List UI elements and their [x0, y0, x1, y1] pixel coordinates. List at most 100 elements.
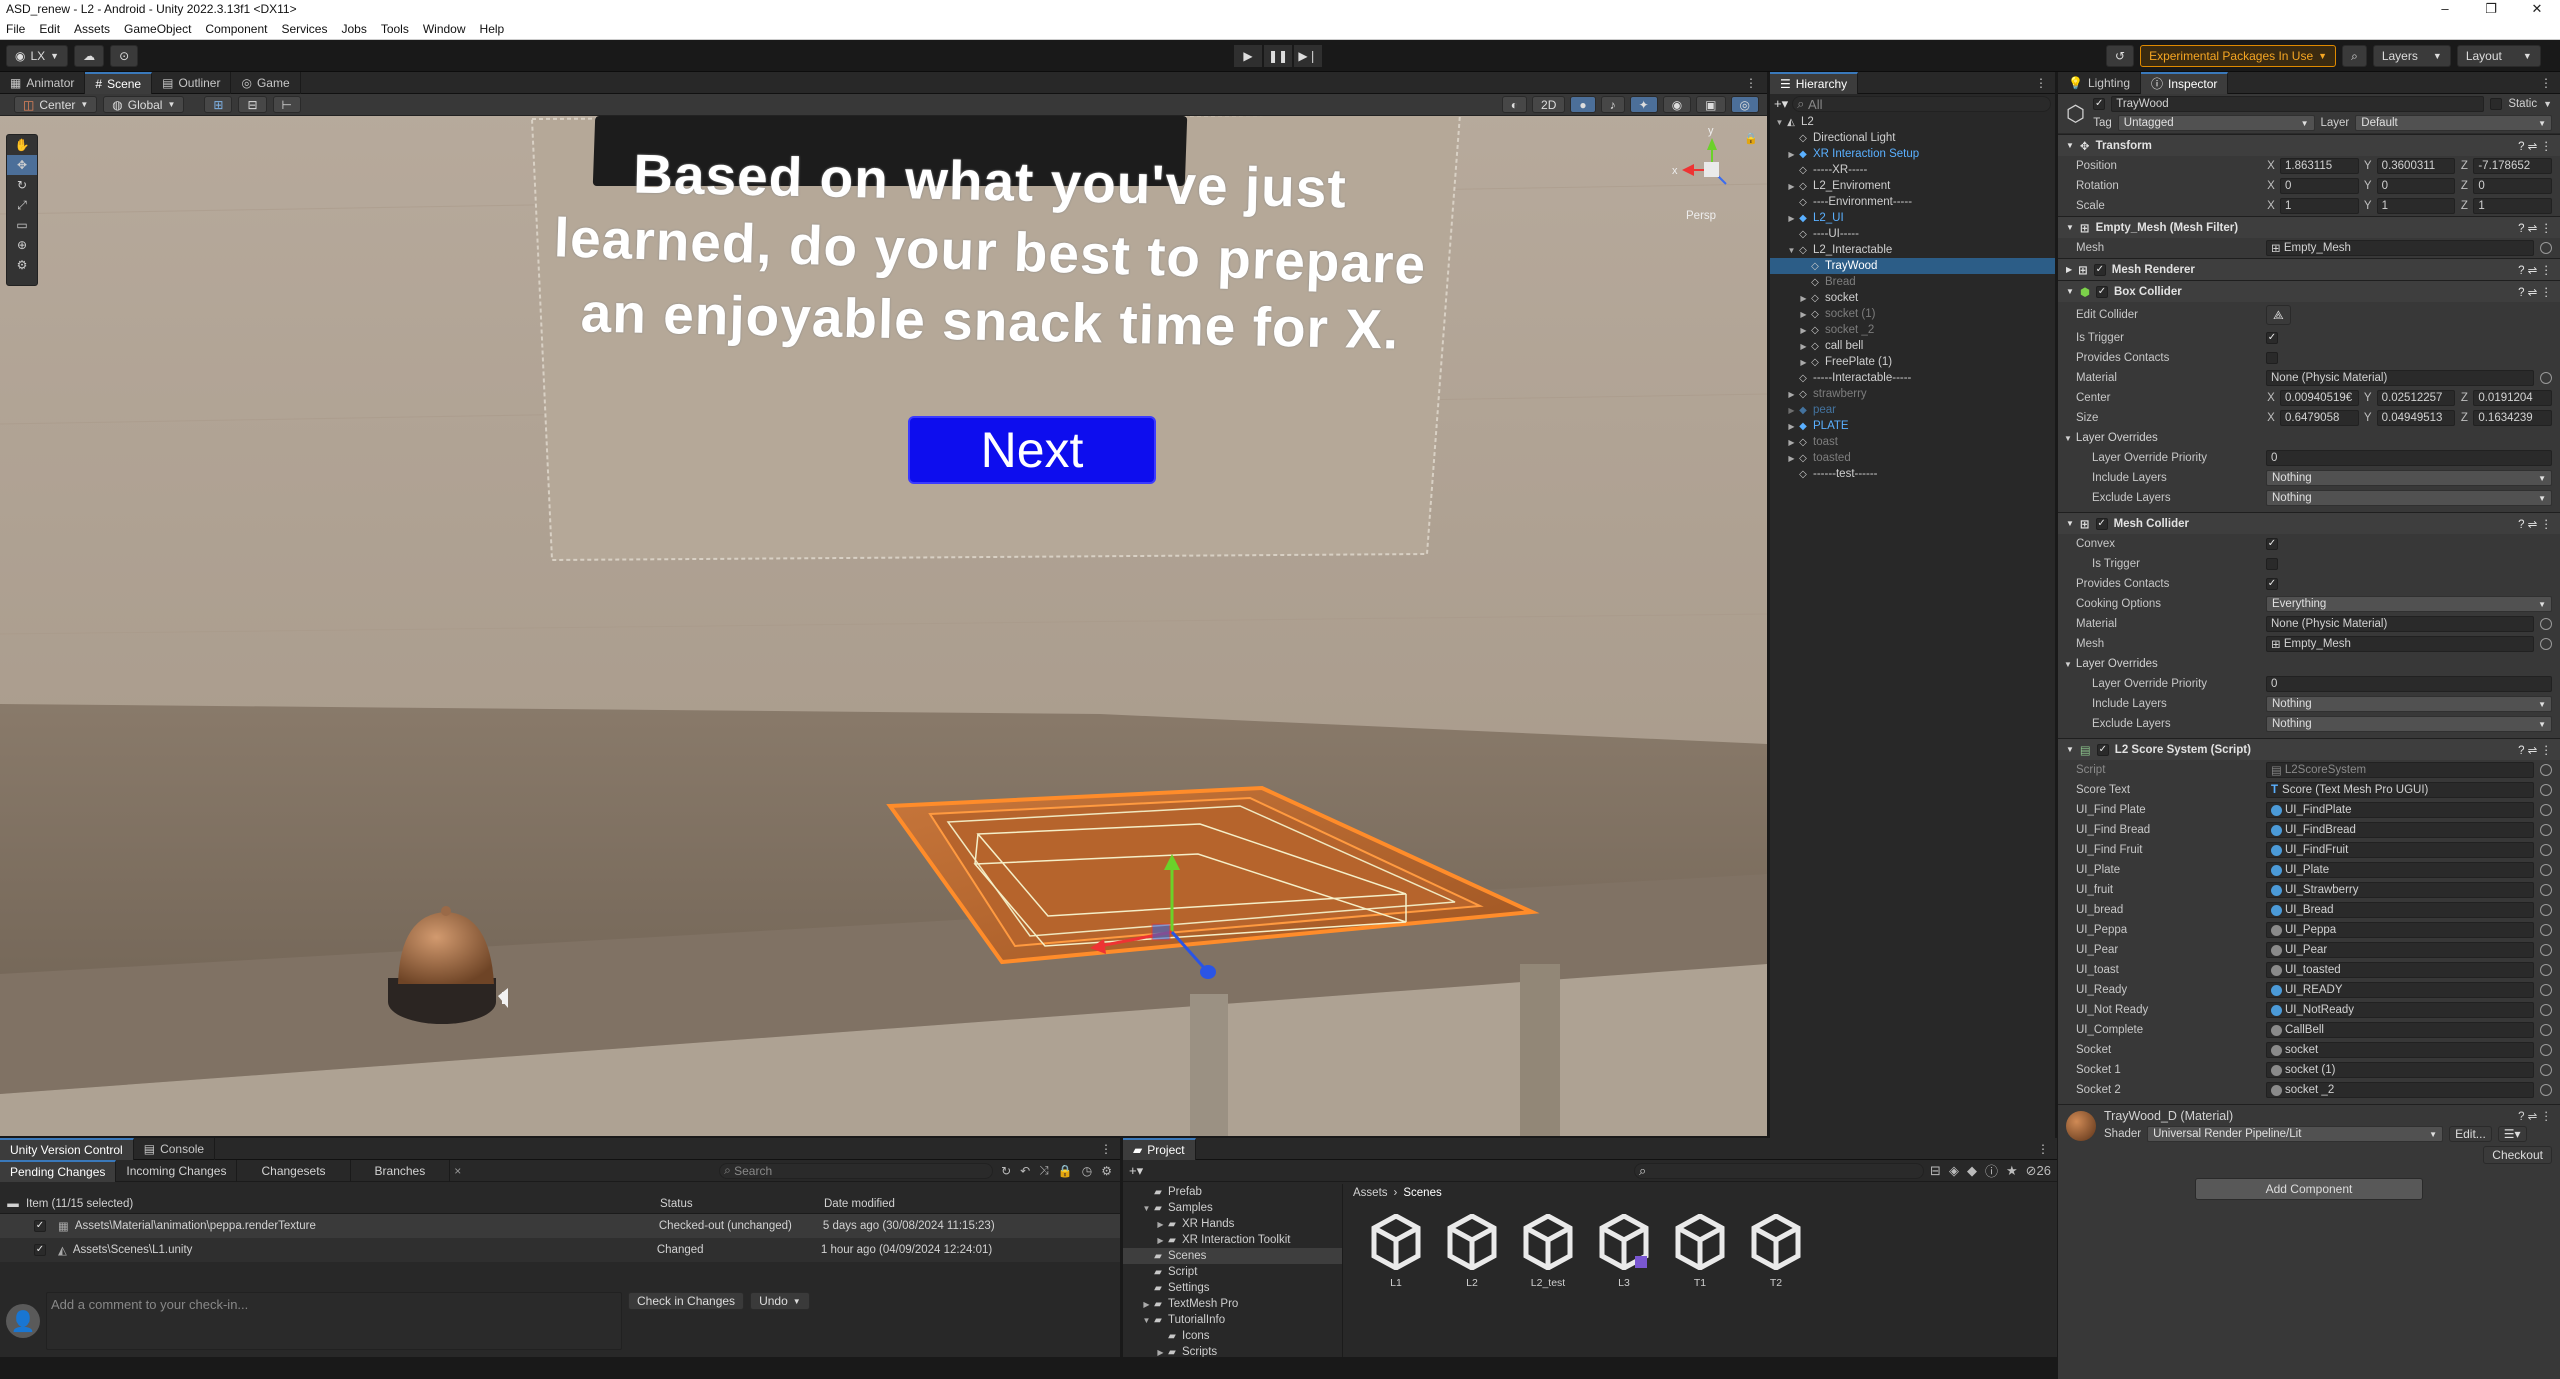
target-icon[interactable]: [2540, 618, 2552, 630]
breadcrumb-root[interactable]: Assets: [1353, 1187, 1388, 1199]
active-checkbox[interactable]: ✓: [2093, 98, 2106, 110]
layout-dropdown[interactable]: Layout ▼: [2456, 45, 2541, 67]
scale-z-field[interactable]: 1: [2473, 198, 2553, 214]
center-y-field[interactable]: 0.02512257: [2376, 390, 2456, 406]
folder-item[interactable]: ▰ Icons: [1123, 1328, 1342, 1344]
chevron-down-icon[interactable]: ▼: [1786, 246, 1797, 255]
menu-gameobject[interactable]: GameObject: [124, 22, 191, 36]
mesh-layer-overrides-foldout[interactable]: ▼ Layer Overrides: [2058, 654, 2560, 674]
mesh-provides-contacts-checkbox[interactable]: ✓: [2266, 578, 2278, 590]
target-icon[interactable]: [2540, 1044, 2552, 1056]
convex-checkbox[interactable]: ✓: [2266, 538, 2278, 550]
chevron-right-icon[interactable]: ▶: [1798, 358, 1809, 367]
layer-dropdown[interactable]: Default ▼: [2355, 115, 2553, 131]
scene-asset[interactable]: L3: [1593, 1213, 1655, 1289]
vc-search-input[interactable]: ⌕ Search: [719, 1162, 994, 1179]
center-z-field[interactable]: 0.0191204: [2473, 390, 2553, 406]
panel-menu-icon[interactable]: ⋮: [2037, 1142, 2049, 1156]
breadcrumb-leaf[interactable]: Scenes: [1403, 1187, 1441, 1199]
chevron-down-icon[interactable]: ▼: [1774, 118, 1785, 127]
add-icon[interactable]: +▾: [1129, 1163, 1143, 1179]
target-icon[interactable]: [2540, 1004, 2552, 1016]
hierarchy-item[interactable]: ▶ ◆ PLATE: [1770, 418, 2055, 434]
score-system-header[interactable]: ▼ ▤ ✓ L2 Score System (Script)? ⇌ ⋮: [2058, 738, 2560, 760]
folder-item[interactable]: ▶ ▰ XR Interaction Toolkit: [1123, 1232, 1342, 1248]
folder-item[interactable]: ▼ ▰ Samples: [1123, 1200, 1342, 1216]
cloud-button[interactable]: ☁: [74, 45, 105, 67]
chevron-right-icon[interactable]: ▶: [1786, 214, 1797, 223]
component-menu-icon[interactable]: ? ⇌ ⋮: [2518, 263, 2552, 277]
chevron-right-icon[interactable]: ▶: [1798, 294, 1809, 303]
star-icon[interactable]: ★: [2006, 1163, 2018, 1179]
hierarchy-item[interactable]: ▶ ◇ toast: [1770, 434, 2055, 450]
position-z-field[interactable]: -7.178652: [2473, 158, 2553, 174]
chevron-right-icon[interactable]: ▶: [1155, 1236, 1166, 1245]
component-menu-icon[interactable]: ? ⇌ ⋮: [2518, 1109, 2552, 1123]
box-priority-field[interactable]: 0: [2266, 450, 2552, 466]
target-icon[interactable]: [2540, 1024, 2552, 1036]
info-icon[interactable]: ⓘ: [1985, 1161, 1998, 1180]
edit-collider-button[interactable]: ⟁: [2266, 305, 2291, 325]
space-dropdown[interactable]: ◍ Global ▼: [103, 96, 185, 113]
col-item[interactable]: Item (11/15 selected): [26, 1198, 660, 1210]
folder-item[interactable]: ▰ Settings: [1123, 1280, 1342, 1296]
experimental-packages-button[interactable]: Experimental Packages In Use ▼: [2140, 45, 2337, 67]
static-checkbox[interactable]: [2490, 98, 2503, 110]
scale-tool-icon[interactable]: ⤢: [7, 195, 37, 215]
size-x-field[interactable]: 0.6479058: [2280, 410, 2359, 426]
chevron-right-icon[interactable]: ▶: [1798, 326, 1809, 335]
target-icon[interactable]: [2540, 764, 2552, 776]
pivot-dropdown[interactable]: ◫ Center ▼: [14, 96, 98, 113]
project-search-input[interactable]: ⌕: [1634, 1162, 1925, 1179]
object-reference-field[interactable]: UI_FindBread: [2266, 822, 2534, 838]
hierarchy-item[interactable]: ◇ Bread: [1770, 274, 2055, 290]
mesh-priority-field[interactable]: 0: [2266, 676, 2552, 692]
mesh-renderer-header[interactable]: ▶ ⊞ ✓ Mesh Renderer? ⇌ ⋮: [2058, 258, 2560, 280]
select-all-checkbox[interactable]: ▬: [0, 1198, 26, 1210]
folder-item[interactable]: ▰ Script: [1123, 1264, 1342, 1280]
object-reference-field[interactable]: UI_FindPlate: [2266, 802, 2534, 818]
close-icon[interactable]: ×: [454, 1164, 461, 1178]
box-layer-overrides-foldout[interactable]: ▼ Layer Overrides: [2058, 428, 2560, 448]
align-button[interactable]: ⊢: [272, 96, 301, 113]
menu-edit[interactable]: Edit: [39, 22, 60, 36]
mode-2d-button[interactable]: 2D: [1532, 96, 1566, 113]
tab-version-control[interactable]: Unity Version Control: [0, 1137, 134, 1160]
row-checkbox[interactable]: ✓: [34, 1244, 46, 1256]
tab-scene[interactable]: # Scene: [85, 71, 153, 94]
box-collider-enabled-checkbox[interactable]: ✓: [2095, 285, 2108, 298]
target-icon[interactable]: [2540, 804, 2552, 816]
panel-menu-icon[interactable]: ⋮: [2540, 76, 2552, 90]
object-reference-field[interactable]: CallBell: [2266, 1022, 2534, 1038]
col-date[interactable]: Date modified: [824, 1198, 895, 1210]
hierarchy-item[interactable]: ▶ ◇ strawberry: [1770, 386, 2055, 402]
shelve-icon[interactable]: ⤨: [1039, 1163, 1049, 1178]
hierarchy-item[interactable]: ▼ ◭ L2: [1770, 114, 2055, 130]
hierarchy-item[interactable]: ▶ ◇ socket: [1770, 290, 2055, 306]
hierarchy-item[interactable]: ◇ -----XR-----: [1770, 162, 2055, 178]
mesh-renderer-enabled-checkbox[interactable]: ✓: [2093, 263, 2106, 276]
next-button[interactable]: Next: [908, 416, 1156, 484]
object-reference-field[interactable]: UI_NotReady: [2266, 1002, 2534, 1018]
checkin-comment-input[interactable]: Add a comment to your check-in...: [46, 1292, 622, 1350]
undo-icon[interactable]: ↶: [1020, 1164, 1030, 1178]
target-icon[interactable]: [2540, 964, 2552, 976]
mesh-include-dropdown[interactable]: Nothing ▼: [2266, 696, 2552, 712]
lock-icon[interactable]: 🔒: [1058, 1164, 1073, 1178]
transform-tool-icon[interactable]: ⊕: [7, 235, 37, 255]
pause-button[interactable]: ❚❚: [1264, 45, 1292, 67]
maximize-button[interactable]: ❐: [2468, 0, 2514, 18]
target-icon[interactable]: [2540, 904, 2552, 916]
chevron-right-icon[interactable]: ▶: [1786, 150, 1797, 159]
chevron-right-icon[interactable]: ▶: [1786, 390, 1797, 399]
checkin-button[interactable]: Check in Changes: [628, 1292, 745, 1310]
tab-lighting[interactable]: 💡 Lighting: [2058, 71, 2141, 94]
hierarchy-item[interactable]: ▶ ◆ XR Interaction Setup: [1770, 146, 2055, 162]
col-status[interactable]: Status: [660, 1198, 824, 1210]
object-reference-field[interactable]: socket _2: [2266, 1082, 2534, 1098]
close-button[interactable]: ✕: [2514, 0, 2560, 18]
mesh-exclude-dropdown[interactable]: Nothing ▼: [2266, 716, 2552, 732]
chevron-right-icon[interactable]: ▶: [1786, 422, 1797, 431]
rect-tool-icon[interactable]: ▭: [7, 215, 37, 235]
object-reference-field[interactable]: socket: [2266, 1042, 2534, 1058]
